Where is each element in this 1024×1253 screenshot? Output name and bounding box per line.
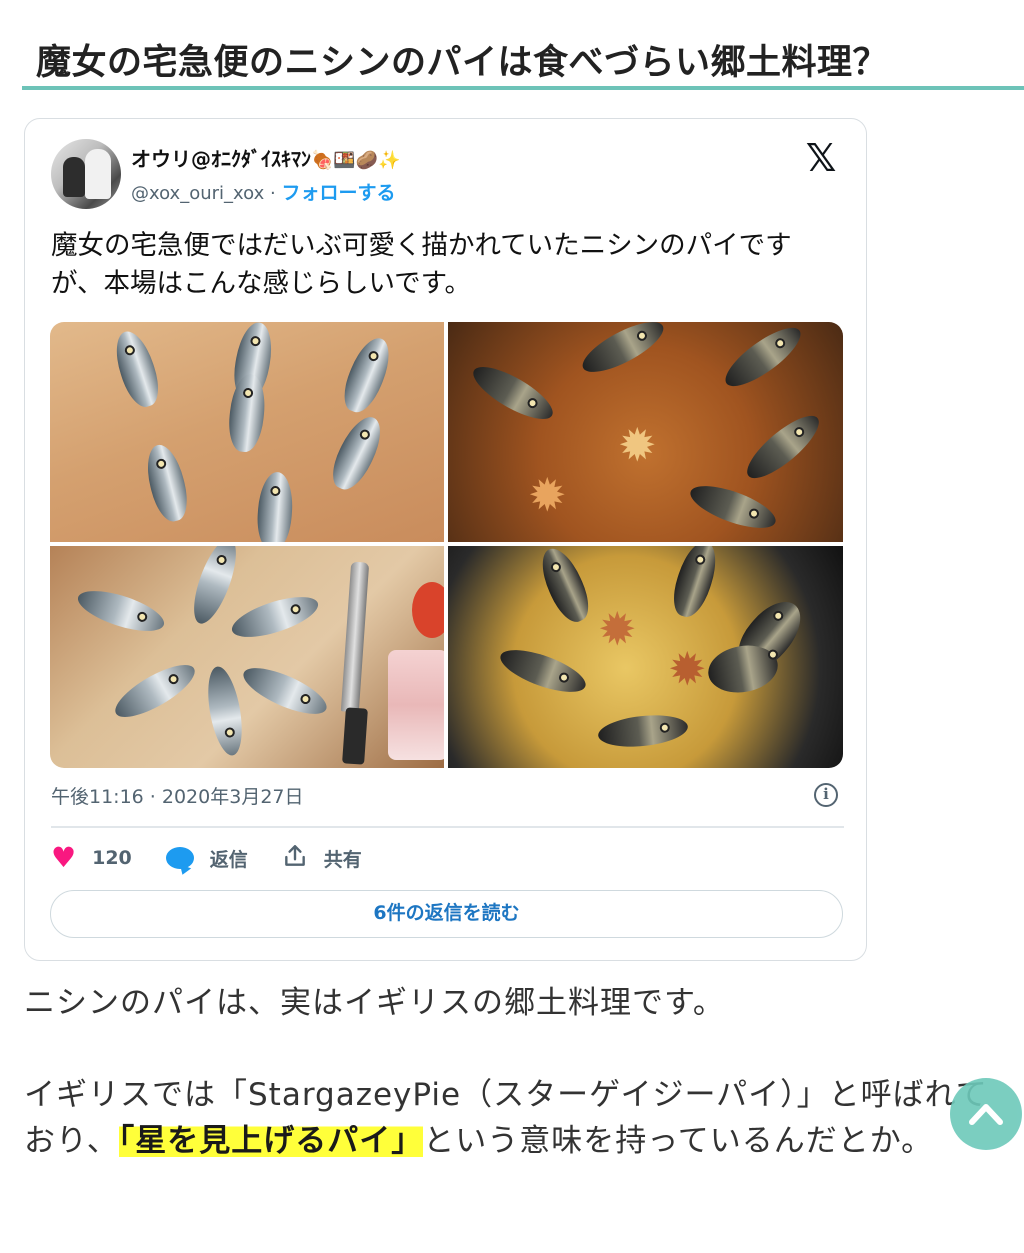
body-paragraph-1: ニシンのパイは、実はイギリスの郷土料理です。 (24, 985, 725, 1021)
x-logo-icon[interactable]: 𝕏 (802, 139, 840, 177)
tweet-text: 魔女の宅急便ではだいぶ可愛く描かれていたニシンのパイですが、本場はこんな感じらし… (51, 230, 792, 299)
follow-button[interactable]: フォローする (281, 182, 395, 204)
para2-text-after: という意味を持っているんだとか。 (423, 1123, 934, 1159)
read-replies-button[interactable]: 6件の返信を読む (50, 890, 843, 938)
like-count: 120 (92, 847, 132, 869)
article-body: ニシンのパイは、実はイギリスの郷土料理です。 イギリスでは「StargazeyP… (24, 980, 1014, 1164)
avatar[interactable] (51, 139, 121, 209)
divider (51, 826, 844, 828)
highlighted-phrase: 「星を見上げるパイ」 (118, 1123, 424, 1159)
photo-raw-fish-on-dough-with-knife[interactable] (50, 546, 444, 768)
info-icon[interactable]: i (814, 783, 838, 807)
article-heading: 魔女の宅急便のニシンのパイは食べづらい郷土料理？ (36, 43, 889, 83)
author-handle[interactable]: @xox_ouri_xox (131, 183, 264, 204)
tweet-author[interactable]: オウリ@ｵﾆｸﾀﾞｲｽｷﾏﾝ🍖🍱🥔✨ @xox_ouri_xox · フォローす… (131, 143, 401, 205)
body-paragraph-2: イギリスでは「StargazeyPie（スターゲイジーパイ）」と呼ばれており、「… (24, 1072, 1014, 1164)
tweet-photo-grid[interactable]: ✹ ✹ ✹ ✹ (50, 322, 843, 768)
reply-label: 返信 (209, 848, 248, 871)
tweet-actions: ♥ 120 返信 共有 (51, 843, 396, 873)
reply-button[interactable]: 返信 (165, 845, 248, 872)
heart-icon: ♥ (51, 841, 77, 874)
article-heading-block: 魔女の宅急便のニシンのパイは食べづらい郷土料理？ (22, 28, 1024, 90)
author-emoji: 🍖🍱🥔✨ (311, 150, 401, 171)
author-handle-row: @xox_ouri_xox · フォローする (131, 178, 401, 205)
tweet-timestamp[interactable]: 午後11:16 · 2020年3月27日 (51, 782, 304, 809)
share-button[interactable]: 共有 (282, 843, 362, 874)
like-button[interactable]: ♥ 120 (51, 844, 132, 872)
scroll-to-top-button[interactable] (950, 1078, 1022, 1150)
share-label: 共有 (323, 848, 362, 871)
author-name-row[interactable]: オウリ@ｵﾆｸﾀﾞｲｽｷﾏﾝ🍖🍱🥔✨ (131, 143, 401, 172)
photo-herring-heads-in-dough[interactable] (50, 322, 444, 542)
embedded-tweet[interactable]: オウリ@ｵﾆｸﾀﾞｲｽｷﾏﾝ🍖🍱🥔✨ @xox_ouri_xox · フォローす… (24, 118, 867, 961)
photo-baked-pie-with-fish-heads[interactable]: ✹ ✹ (448, 322, 843, 542)
chevron-up-icon (969, 1104, 1003, 1125)
photo-golden-pie-with-fish-heads[interactable]: ✹ ✹ (448, 546, 843, 768)
share-icon (282, 843, 308, 874)
reply-bubble-icon (165, 847, 194, 869)
separator: · (269, 183, 276, 204)
author-name[interactable]: オウリ@ｵﾆｸﾀﾞｲｽｷﾏﾝ (131, 147, 311, 171)
